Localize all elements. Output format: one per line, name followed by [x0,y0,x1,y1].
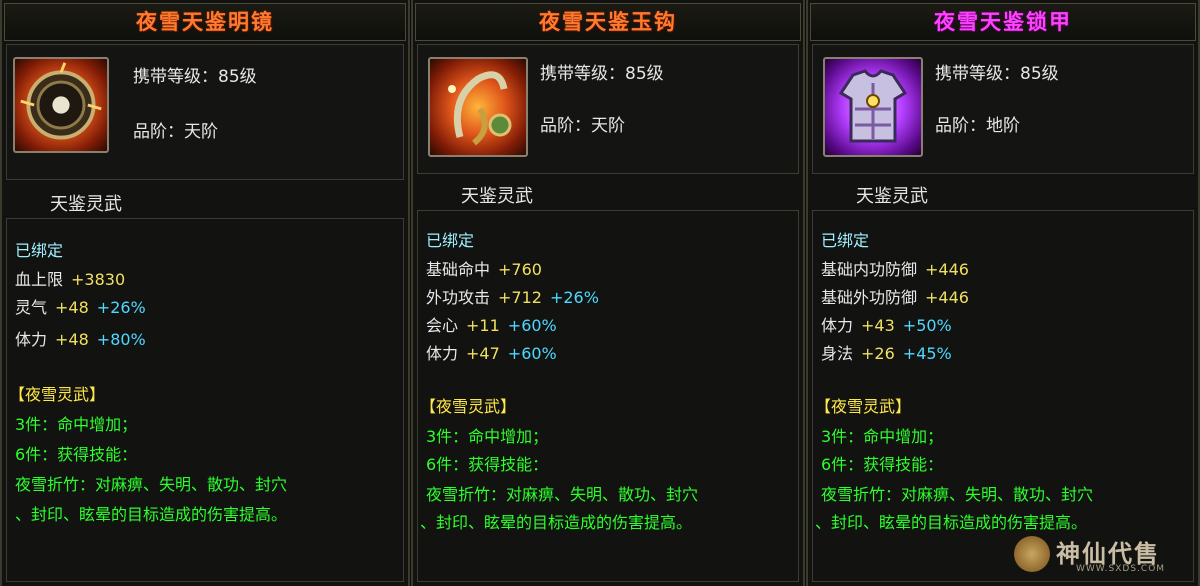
skill-desc-2: 、封印、眩晕的目标造成的伤害提高。 [15,505,288,524]
bound-status: 已绑定 [426,231,475,250]
stat-percent: +60% [507,316,557,335]
item-grade: 品阶：地阶 [935,116,1020,136]
item-title: 夜雪天鉴玉钩 [415,3,801,41]
item-title: 夜雪天鉴锁甲 [810,3,1196,41]
stat-percent: +50% [902,316,952,335]
stat-name: 身法 [821,344,854,363]
stat-name: 血上限 [15,270,64,289]
item-type: 天鉴灵武 [50,194,122,215]
skill-desc-2: 、封印、眩晕的目标造成的伤害提高。 [815,513,1088,532]
stat-row: 基础外功防御 +446 [821,288,969,308]
stat-row: 会心 +11 +60% [426,316,557,336]
stat-name: 体力 [426,344,459,363]
stat-percent: +26% [549,288,599,307]
set-bonus-6: 6件：获得技能： [15,445,138,464]
set-bonus-3: 3件：命中增加； [821,427,944,446]
stat-percent: +60% [507,344,557,363]
stat-row: 体力 +43 +50% [821,316,952,336]
item-tooltip-hook: 夜雪天鉴玉钩 携带等级：85级 品阶：天阶 天鉴灵武 已绑定 基础命中 +760 … [411,0,805,586]
item-stats-box: 已绑定 血上限 +3830 灵气 +48 +26% 体力 +48 +80% 【夜雪灵武】 … [6,218,404,582]
set-bonus-3: 3件：命中增加； [426,427,549,446]
item-tooltip-armor: 夜雪天鉴锁甲 携带等级：85级 品阶：地阶 天鉴灵武 已绑定 基础内功防御 +44… [806,0,1200,586]
item-stats-box: 已绑定 基础命中 +760 外功攻击 +712 +26% 会心 +11 +60% 体力 +4… [417,210,799,582]
bronze-mirror-icon[interactable] [13,57,109,153]
watermark-logo-icon [1014,536,1050,572]
set-name: 【夜雪灵武】 [420,397,517,416]
stat-value: +446 [925,260,969,279]
stat-name: 体力 [821,316,854,335]
stat-row: 基础内功防御 +446 [821,260,969,280]
stat-row: 体力 +47 +60% [426,344,557,364]
set-bonus-3: 3件：命中增加； [15,415,138,434]
stat-name: 外功攻击 [426,288,491,307]
site-watermark: 神仙代售 WWW.SXDS.COM [1014,534,1184,574]
skill-desc-1: 夜雪折竹：对麻痹、失明、散功、封穴 [426,485,699,504]
item-title: 夜雪天鉴明镜 [4,3,406,41]
jade-hook-icon[interactable] [428,57,528,157]
stat-value: +760 [498,260,542,279]
item-header: 携带等级：85级 品阶：地阶 [812,44,1194,174]
stat-value: +446 [925,288,969,307]
stat-value: +48 [55,298,89,317]
stat-value: +3830 [71,270,126,289]
stat-name: 基础命中 [426,260,491,279]
set-bonus-6: 6件：获得技能： [426,455,549,474]
stat-row: 体力 +48 +80% [15,330,146,350]
item-header: 携带等级：85级 品阶：天阶 [417,44,799,174]
set-bonus-6: 6件：获得技能： [821,455,944,474]
carry-level: 携带等级：85级 [935,64,1059,84]
stat-row: 血上限 +3830 [15,270,125,290]
stat-row: 外功攻击 +712 +26% [426,288,599,308]
stat-percent: +26% [96,298,146,317]
stat-value: +26 [861,344,895,363]
item-stats-box: 已绑定 基础内功防御 +446 基础外功防御 +446 体力 +43 +50% 身法 +2… [812,210,1194,582]
carry-level: 携带等级：85级 [133,67,257,87]
stat-name: 会心 [426,316,459,335]
stat-name: 基础内功防御 [821,260,918,279]
stat-value: +48 [55,330,89,349]
stat-value: +43 [861,316,895,335]
set-name: 【夜雪灵武】 [9,385,106,404]
item-tooltip-mirror: 夜雪天鉴明镜 携带等级：85级 品阶：天阶 天鉴灵武 已绑定 血上限 +3830 … [0,0,410,586]
bound-status: 已绑定 [821,231,870,250]
item-header: 携带等级：85级 品阶：天阶 [6,44,404,180]
stat-name: 体力 [15,330,48,349]
item-grade: 品阶：天阶 [133,122,218,142]
stat-row: 灵气 +48 +26% [15,298,146,318]
skill-desc-1: 夜雪折竹：对麻痹、失明、散功、封穴 [15,475,288,494]
item-type: 天鉴灵武 [461,186,533,207]
carry-level: 携带等级：85级 [540,64,664,84]
skill-desc-1: 夜雪折竹：对麻痹、失明、散功、封穴 [821,485,1094,504]
item-grade: 品阶：天阶 [540,116,625,136]
item-type: 天鉴灵武 [856,186,928,207]
stat-percent: +80% [96,330,146,349]
stat-row: 基础命中 +760 [426,260,542,280]
stat-row: 身法 +26 +45% [821,344,952,364]
armor-vest-icon[interactable] [823,57,923,157]
stat-name: 基础外功防御 [821,288,918,307]
skill-desc-2: 、封印、眩晕的目标造成的伤害提高。 [420,513,693,532]
stat-name: 灵气 [15,298,48,317]
bound-status: 已绑定 [15,241,64,260]
watermark-url: WWW.SXDS.COM [1076,564,1166,574]
stat-value: +712 [498,288,542,307]
stat-value: +47 [466,344,500,363]
stat-value: +11 [466,316,500,335]
stat-percent: +45% [902,344,952,363]
set-name: 【夜雪灵武】 [815,397,912,416]
